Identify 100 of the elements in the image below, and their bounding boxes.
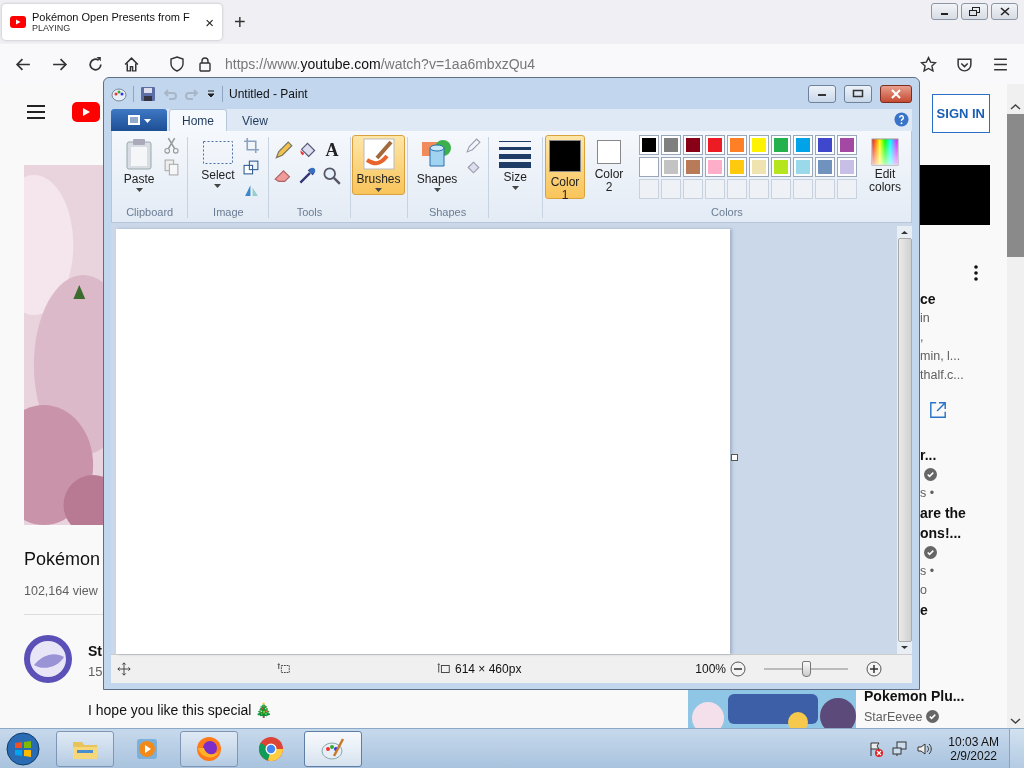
color-swatch[interactable] [705,135,725,155]
minimize-button[interactable] [808,84,836,103]
address-bar[interactable]: https://www.youtube.com/watch?v=1aa6mbxzQu4 [161,49,901,79]
brushes-button[interactable]: Brushes [352,135,405,195]
text-tool-button[interactable]: A [322,141,342,160]
video-title[interactable]: e [920,600,928,620]
color-swatch[interactable] [727,157,747,177]
video-title[interactable]: r... [920,445,937,465]
slider-thumb[interactable] [802,661,811,677]
color-button[interactable]: Color 1 [545,135,585,199]
empty-swatch[interactable] [793,179,813,199]
save-icon[interactable] [140,85,156,102]
file-menu-button[interactable] [111,109,167,131]
volume-icon[interactable] [916,740,933,757]
color-swatch[interactable] [639,157,659,177]
color-swatch[interactable] [793,135,813,155]
new-tab-button[interactable]: + [234,10,246,34]
ribbon-tab[interactable]: Home [169,109,227,131]
crop-icon[interactable] [242,137,260,154]
browser-tab[interactable]: Pokémon Open Presents from F PLAYING × [2,4,222,40]
fill-bucket-icon[interactable] [298,141,318,160]
star-icon[interactable] [920,55,937,73]
minimize-button[interactable] [931,3,958,20]
resize-handle[interactable] [731,454,738,461]
color-swatch[interactable] [749,157,769,177]
zoom-out-icon[interactable] [730,661,746,677]
taskbar-button[interactable] [56,730,114,767]
flag-warning-icon[interactable] [868,740,885,757]
color-swatch[interactable] [661,135,681,155]
network-icon[interactable] [892,740,909,757]
empty-swatch[interactable] [661,179,681,199]
menu-icon[interactable] [26,104,46,120]
external-link-icon[interactable] [929,401,947,419]
video-title[interactable]: Pokemon Plu... [864,688,1007,704]
color-swatch[interactable] [661,157,681,177]
menu-icon[interactable] [992,55,1009,73]
cut-icon[interactable] [162,137,180,154]
empty-swatch[interactable] [749,179,769,199]
color-swatch[interactable] [727,135,747,155]
magnifier-icon[interactable] [322,166,342,185]
sign-in-button[interactable]: SIGN IN [931,93,990,133]
video-title[interactable]: are the [920,503,966,523]
color-swatch[interactable] [815,157,835,177]
restore-button[interactable] [961,3,988,20]
home-icon[interactable] [123,55,140,73]
size-button[interactable]: Size [495,135,536,193]
color-swatch[interactable] [683,157,703,177]
color-swatch[interactable] [837,135,857,155]
zoom-in-icon[interactable] [866,661,882,677]
pencil-icon[interactable] [274,141,294,160]
paste-button[interactable]: Paste [119,135,159,195]
empty-swatch[interactable] [683,179,703,199]
color-swatch[interactable] [837,157,857,177]
help-icon[interactable] [894,112,909,127]
ribbon-tab[interactable]: View [229,109,281,131]
avatar-icon[interactable] [24,635,72,683]
video-title[interactable]: ce [920,289,936,309]
more-icon[interactable] [974,265,978,281]
reload-icon[interactable] [87,55,104,73]
select-button[interactable]: Select [197,135,239,191]
color-swatch[interactable] [771,135,791,155]
channel-name[interactable]: St [88,643,103,659]
close-tab-button[interactable]: × [205,13,214,31]
close-button[interactable] [880,84,912,103]
video-title[interactable]: ons!... [920,523,962,543]
color-swatch[interactable] [749,135,769,155]
empty-swatch[interactable] [705,179,725,199]
color-swatch[interactable] [705,157,725,177]
color-swatch[interactable] [683,135,703,155]
color-swatch[interactable] [771,157,791,177]
play-logo-icon[interactable] [72,102,100,122]
resize-icon[interactable] [242,159,260,176]
color-swatch[interactable] [815,135,835,155]
lock-icon[interactable] [197,56,213,72]
color-swatch[interactable] [639,135,659,155]
color-swatch[interactable] [793,157,813,177]
start-button[interactable] [6,731,40,766]
clock-date[interactable]: 2/9/2022 [950,748,997,763]
palette-icon[interactable] [111,85,127,102]
shapes-button[interactable]: Shapes [412,135,462,195]
empty-swatch[interactable] [815,179,835,199]
channel-name[interactable]: StarEevee [864,709,923,724]
outline-icon[interactable] [465,137,483,154]
scrollbar[interactable] [1007,84,1024,728]
empty-swatch[interactable] [727,179,747,199]
clock-time[interactable]: 10:03 AM [948,734,999,749]
scroll-thumb[interactable] [1007,114,1024,257]
empty-swatch[interactable] [837,179,857,199]
color-button[interactable]: Color 2 [589,135,629,199]
fill-icon[interactable] [465,159,483,176]
color-picker-icon[interactable] [298,166,318,185]
empty-swatch[interactable] [771,179,791,199]
maximize-button[interactable] [844,84,872,103]
empty-swatch[interactable] [639,179,659,199]
dropdown-icon[interactable] [206,88,216,99]
close-button[interactable] [991,3,1018,20]
taskbar-button[interactable] [180,730,238,767]
taskbar-button[interactable] [304,730,362,767]
edit-colors-button[interactable]: Edit colors [861,135,909,197]
pocket-icon[interactable] [956,55,973,73]
